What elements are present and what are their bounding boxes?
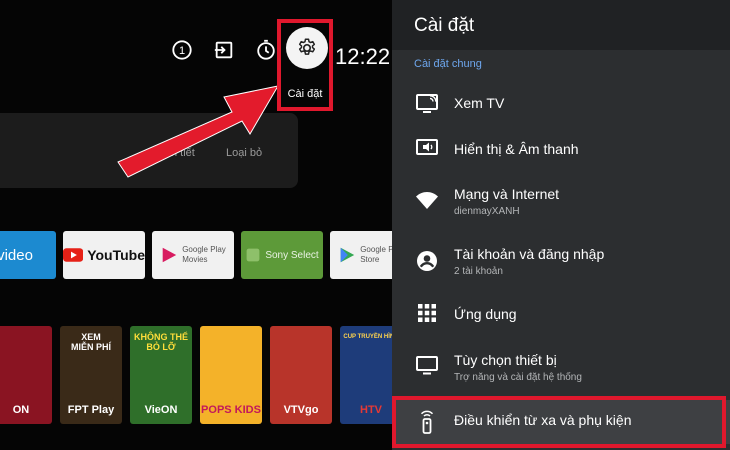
app-sony-select[interactable]: Sony Select [241, 231, 323, 279]
panel-title: Cài đặt [392, 0, 730, 50]
settings-item-network[interactable]: Mạng và Internet dienmayXANH [392, 182, 730, 222]
monitor-icon [414, 352, 440, 378]
posters-row: ON XEM MIỄN PHÍ FPT Play KHÔNG THỂ BỎ LỠ… [0, 326, 392, 424]
account-icon [414, 248, 440, 274]
youtube-logo-icon [63, 248, 84, 262]
remote-highlight-box [392, 396, 726, 448]
tv-home-screen: 1 n tiết Loại bỏ video YouTube Google Pl… [0, 0, 392, 450]
settings-panel: Cài đặt Cài đặt chung Xem TV Hiển thị & … [392, 0, 730, 450]
timer-icon[interactable] [252, 36, 280, 64]
settings-button[interactable] [286, 27, 328, 69]
settings-item-device-preferences[interactable]: Tùy chọn thiết bị Trợ năng và cài đặt hệ… [392, 348, 730, 388]
section-general: Cài đặt chung [414, 58, 482, 70]
gear-icon [298, 38, 316, 55]
app-google-play-store[interactable]: Google Play Store [330, 231, 392, 279]
poster-pops-kids[interactable]: POPS KIDS [200, 326, 262, 424]
settings-item-apps[interactable]: Ứng dụng [392, 300, 730, 330]
info-icon[interactable]: 1 [168, 36, 196, 64]
red-arrow [117, 85, 279, 178]
poster-htv[interactable]: CUP TRUYỀN HÌNH HTV [340, 326, 392, 424]
app-google-play-movies[interactable]: Google Play Movies [152, 231, 234, 279]
settings-item-accounts[interactable]: Tài khoản và đăng nhập 2 tài khoản [392, 242, 730, 282]
input-icon[interactable] [210, 36, 238, 64]
tv-cast-icon [414, 90, 440, 116]
sony-select-icon [246, 248, 260, 262]
top-bar: 1 [168, 36, 294, 64]
display-sound-icon [414, 135, 440, 161]
settings-highlight-box: Cài đặt [277, 19, 333, 111]
apps-grid-icon [414, 300, 440, 326]
app-youtube[interactable]: YouTube [63, 231, 145, 279]
apps-row: video YouTube Google Play Movies Sony Se… [0, 231, 392, 279]
clock: 12:22 [335, 44, 391, 69]
app-prime-video[interactable]: video [0, 231, 56, 279]
settings-item-display-sound[interactable]: Hiển thị & Âm thanh [392, 135, 730, 165]
play-store-icon [340, 247, 355, 263]
poster-fpt-play[interactable]: XEM MIỄN PHÍ FPT Play [60, 326, 122, 424]
poster-vieon[interactable]: KHÔNG THỂ BỎ LỠ VieON [130, 326, 192, 424]
poster-on[interactable]: ON [0, 326, 52, 424]
wifi-icon [414, 187, 440, 213]
play-movies-icon [162, 247, 177, 263]
settings-item-watch-tv[interactable]: Xem TV [392, 90, 730, 120]
settings-label: Cài đặt [287, 88, 323, 100]
svg-text:1: 1 [179, 45, 185, 57]
poster-vtv-go[interactable]: VTVgo [270, 326, 332, 424]
